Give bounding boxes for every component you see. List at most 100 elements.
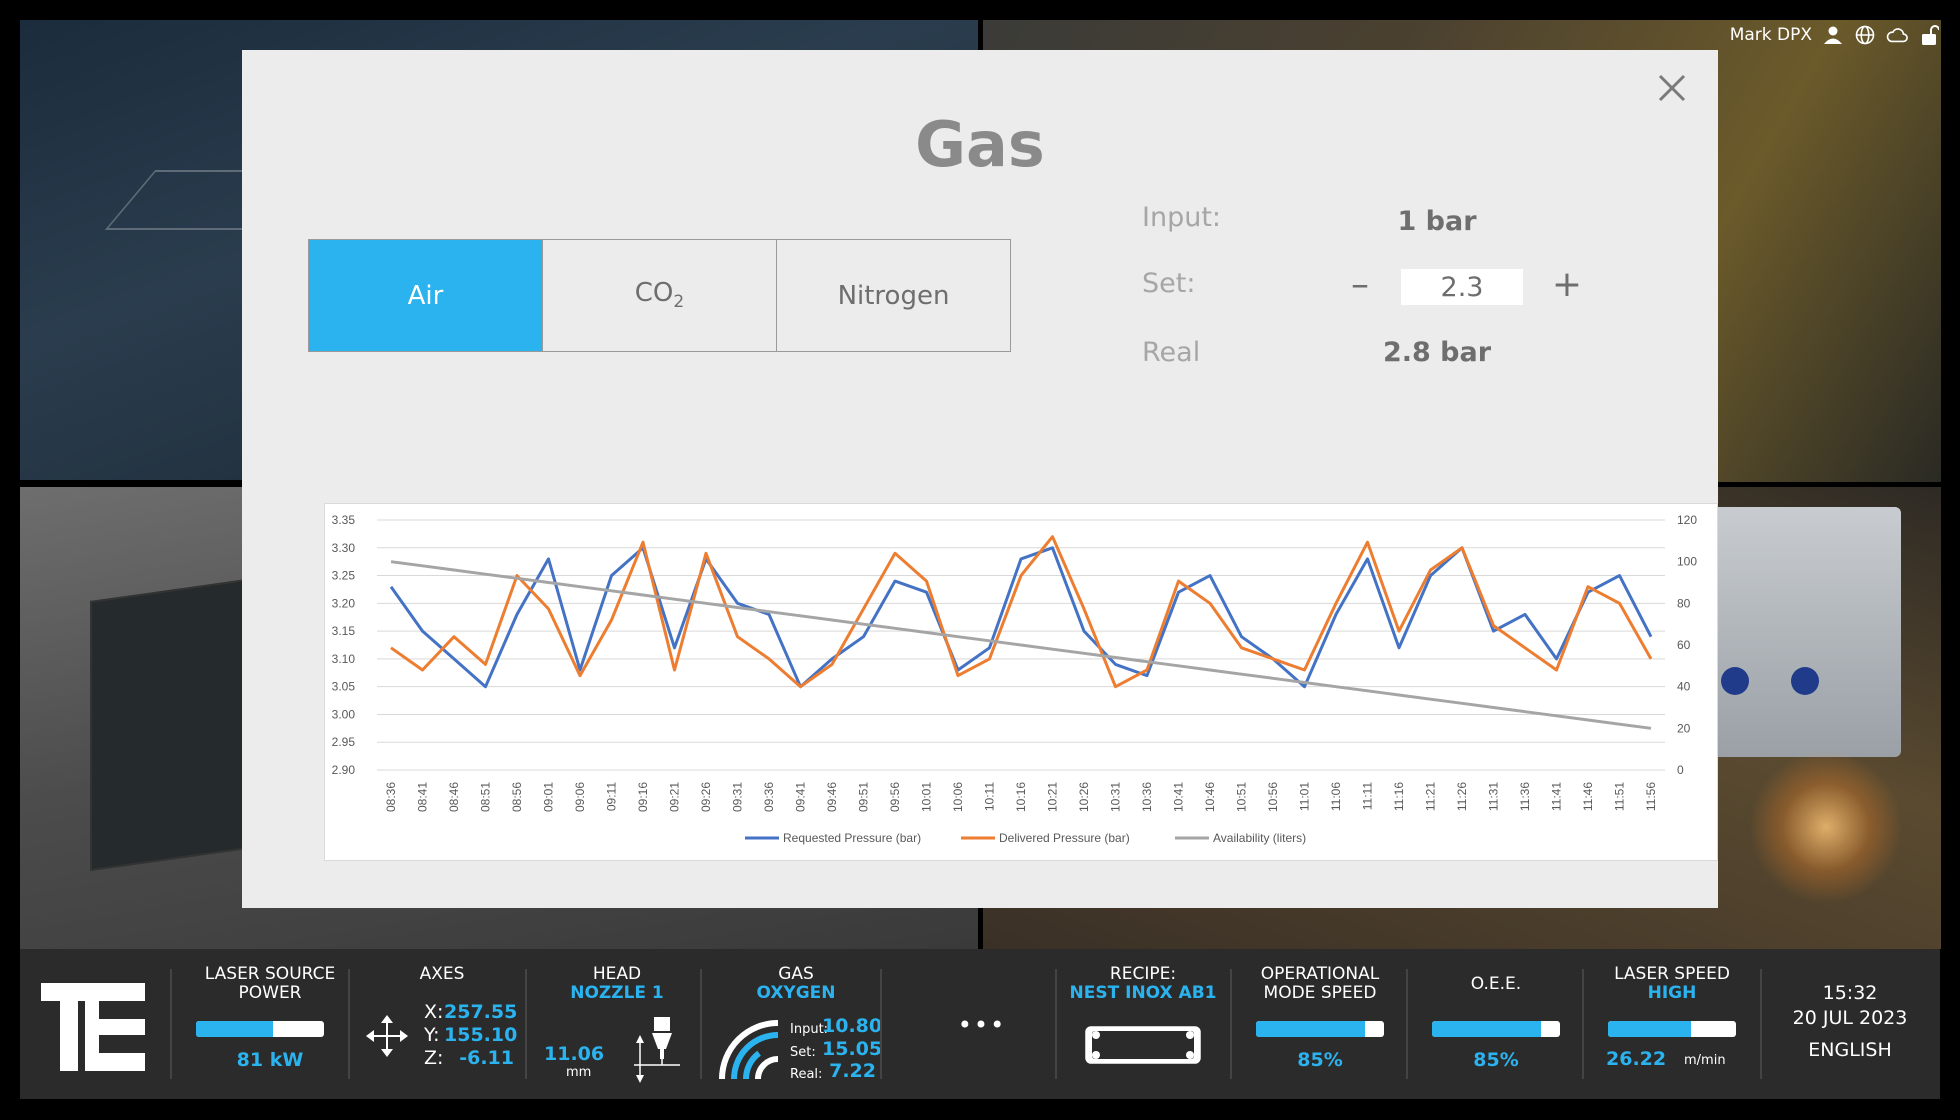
unlock-icon[interactable] <box>1918 24 1940 46</box>
x-tick-label: 08:51 <box>479 782 493 812</box>
oee-panel[interactable]: O.E.E. 85% <box>1416 949 1576 1099</box>
status-bar: LASER SOURCE POWER 81 kW AXES X: 257.55 … <box>20 949 1940 1099</box>
x-tick-label: 09:01 <box>542 782 556 812</box>
separator <box>170 969 172 1079</box>
set-label: Set: <box>1142 268 1196 299</box>
laser-speed-mode: HIGH <box>1647 983 1697 1003</box>
y-right-tick-label: 120 <box>1677 513 1697 527</box>
legend-label: Requested Pressure (bar) <box>783 831 921 845</box>
screen: Mark DPX Gas Air CO2 Nitrogen Input: 1 b… <box>0 0 1960 1120</box>
axis-z-value: -6.11 <box>459 1047 514 1069</box>
y-left-tick-label: 3.05 <box>332 680 356 694</box>
x-tick-label: 10:06 <box>951 782 965 812</box>
gas-type-nitrogen[interactable]: Nitrogen <box>777 240 1010 351</box>
y-right-tick-label: 0 <box>1677 763 1684 777</box>
y-right-tick-label: 40 <box>1677 680 1691 694</box>
separator <box>700 969 702 1079</box>
language-selector[interactable]: ENGLISH <box>1770 1039 1930 1061</box>
close-button[interactable] <box>1652 68 1692 108</box>
x-tick-label: 08:56 <box>510 782 524 812</box>
laser-speed-unit: m/min <box>1684 1053 1726 1068</box>
x-tick-label: 11:21 <box>1424 782 1438 811</box>
gas-type: OXYGEN <box>756 983 836 1003</box>
separator <box>1582 969 1584 1079</box>
operational-speed-panel[interactable]: OPERATIONAL MODE SPEED 85% <box>1240 949 1400 1099</box>
separator <box>880 969 882 1079</box>
cloud-icon[interactable] <box>1886 24 1908 46</box>
head-panel[interactable]: HEAD NOZZLE 1 11.06 mm <box>536 949 698 1099</box>
co2-subscript: 2 <box>673 292 685 313</box>
laser-speed-panel[interactable]: LASER SPEED HIGH 26.22 m/min <box>1592 949 1752 1099</box>
clock-panel[interactable]: 15:32 20 JUL 2023 ENGLISH <box>1770 949 1930 1099</box>
x-tick-label: 10:36 <box>1140 782 1154 812</box>
x-tick-label: 10:21 <box>1046 782 1060 812</box>
laser-source-title-2: POWER <box>238 983 302 1003</box>
x-tick-label: 10:41 <box>1172 782 1186 812</box>
head-height-unit: mm <box>566 1065 592 1080</box>
x-tick-label: 11:16 <box>1392 782 1406 811</box>
x-tick-label: 09:36 <box>762 782 776 812</box>
head-nozzle: NOZZLE 1 <box>570 983 664 1003</box>
y-right-tick-label: 100 <box>1677 555 1697 569</box>
x-tick-label: 11:06 <box>1329 782 1343 811</box>
x-tick-label: 09:06 <box>573 782 587 812</box>
laser-speed-bar <box>1608 1021 1736 1037</box>
x-tick-label: 09:11 <box>605 782 619 811</box>
recipe-panel[interactable]: RECIPE: NEST INOX AB1 <box>1062 949 1224 1099</box>
x-tick-label: 09:21 <box>668 782 682 812</box>
x-tick-label: 10:26 <box>1077 782 1091 812</box>
globe-icon[interactable] <box>1854 24 1876 46</box>
x-tick-label: 11:11 <box>1361 782 1375 811</box>
user-icon[interactable] <box>1822 24 1844 46</box>
y-left-tick-label: 3.25 <box>332 569 356 583</box>
set-value-input[interactable] <box>1401 269 1523 305</box>
oee-bar-fill <box>1432 1021 1541 1037</box>
x-tick-label: 09:41 <box>794 782 808 812</box>
x-tick-label: 10:51 <box>1235 782 1249 812</box>
lens <box>1791 667 1819 695</box>
increase-button[interactable]: + <box>1547 265 1587 305</box>
gas-set-value: 15.05 <box>822 1038 883 1060</box>
gas-set-label: Set: <box>790 1045 816 1060</box>
series-line-1 <box>389 546 1653 689</box>
lens <box>1721 667 1749 695</box>
x-tick-label: 11:36 <box>1518 782 1532 811</box>
laser-source-panel[interactable]: LASER SOURCE POWER 81 kW <box>180 949 360 1099</box>
co2-main: CO <box>634 278 674 309</box>
gas-panel[interactable]: GAS OXYGEN Input: 10.80 Set: 15.05 Real:… <box>710 949 882 1099</box>
x-tick-label: 10:01 <box>920 782 934 812</box>
x-tick-label: 10:56 <box>1266 782 1280 812</box>
recipe-title: RECIPE: <box>1109 964 1177 984</box>
gas-type-co2-label: CO2 <box>635 278 684 312</box>
laser-speed-value: 26.22 <box>1606 1048 1667 1070</box>
head-title: HEAD <box>592 964 642 984</box>
user-name[interactable]: Mark DPX <box>1730 25 1812 45</box>
modal-title: Gas <box>915 108 1045 181</box>
axes-title: AXES <box>419 964 465 984</box>
x-tick-label: 09:26 <box>699 782 713 812</box>
gas-type-air[interactable]: Air <box>309 240 543 351</box>
sparks-image <box>1751 747 1901 907</box>
x-tick-label: 11:26 <box>1455 782 1469 811</box>
oee-value: 85% <box>1473 1049 1519 1071</box>
gas-gauge-icon <box>719 1020 779 1080</box>
x-tick-label: 08:36 <box>384 782 398 812</box>
laser-source-title: LASER SOURCE <box>204 964 336 984</box>
x-tick-label: 10:46 <box>1203 782 1217 812</box>
gas-type-co2[interactable]: CO2 <box>543 240 777 351</box>
y-left-tick-label: 2.95 <box>332 735 356 749</box>
legend-label: Delivered Pressure (bar) <box>999 831 1130 845</box>
more-button[interactable]: ••• <box>892 949 1072 1099</box>
gas-real-value: 7.22 <box>829 1060 876 1082</box>
x-tick-label: 09:46 <box>825 782 839 812</box>
pressure-chart: 2.90 2.95 3.00 3.05 3.10 3.15 3.20 3.25 3.30 3.35… <box>324 503 1718 861</box>
head-height-value: 11.06 <box>544 1043 605 1065</box>
separator <box>1055 969 1057 1079</box>
decrease-button[interactable]: – <box>1340 265 1380 305</box>
axis-x-label: X: <box>424 1001 444 1023</box>
x-tick-label: 09:31 <box>731 782 745 812</box>
y-left-tick-label: 3.10 <box>332 652 356 666</box>
axes-panel[interactable]: AXES X: 257.55 Y: 155.10 Z: -6.11 <box>360 949 524 1099</box>
more-icon: ••• <box>957 1011 1007 1039</box>
op-speed-bar-fill <box>1256 1021 1365 1037</box>
